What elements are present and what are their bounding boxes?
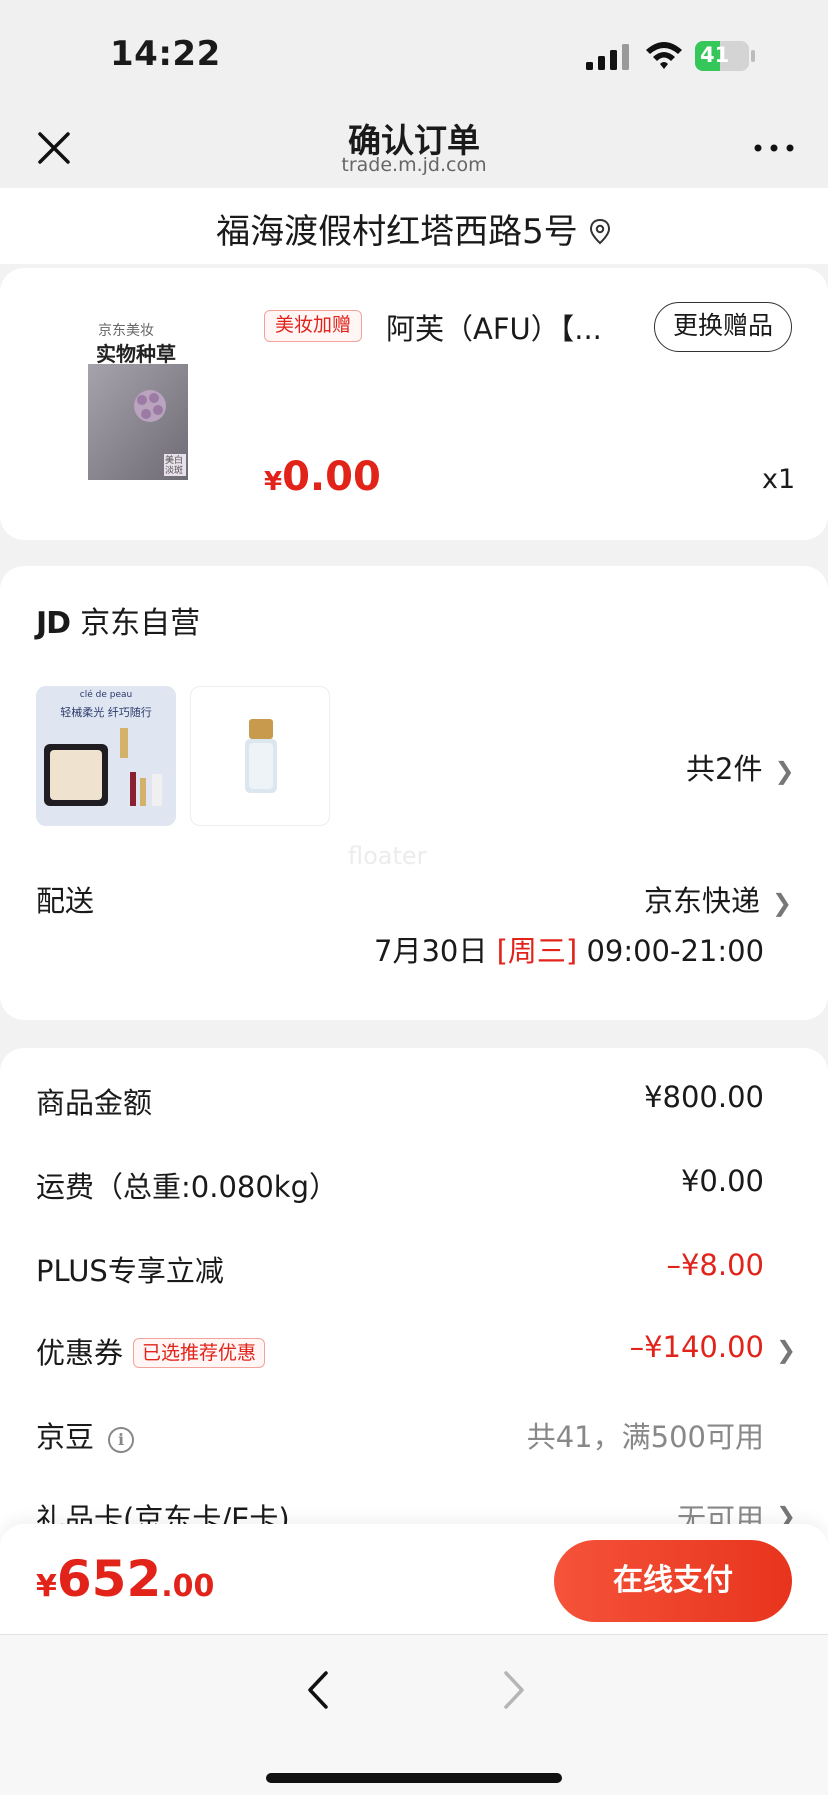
- product-image-headline: 轻械柔光 纤巧随行: [60, 706, 152, 719]
- gift-item-card: 京东美妆 实物种草 美白淡斑 美妆加赠 阿芙（AFU）【... 更换赠品 ¥0.…: [0, 268, 828, 540]
- gift-image-brand: 京东美妆: [98, 323, 154, 339]
- change-gift-button[interactable]: 更换赠品: [654, 302, 792, 352]
- shipping-carrier-link[interactable]: 京东快递 ❯: [644, 878, 792, 920]
- chevron-right-icon: ❯: [774, 757, 795, 785]
- product-thumbnail[interactable]: clé de peau 轻械柔光 纤巧随行: [36, 686, 176, 826]
- wifi-icon: [646, 42, 682, 69]
- coupon-value[interactable]: –¥140.00: [630, 1330, 764, 1364]
- checkout-bar: ¥652.00 在线支付: [0, 1524, 828, 1634]
- plus-discount-label: PLUS专享立减: [36, 1254, 224, 1288]
- browser-nav-bar: [0, 1634, 828, 1795]
- chevron-right-icon[interactable]: ❯: [776, 1336, 796, 1364]
- jd-logo-icon: JD: [36, 606, 71, 641]
- forward-arrow-icon[interactable]: [494, 1665, 534, 1715]
- item-count: 共2件: [686, 752, 763, 786]
- more-options-icon[interactable]: [748, 128, 800, 168]
- gift-price: ¥0.00: [264, 454, 381, 500]
- gift-tag-badge: 美妆加赠: [264, 310, 363, 342]
- item-count-link[interactable]: 共2件 ❯: [686, 746, 795, 788]
- coupon-row[interactable]: 优惠券 已选推荐优惠: [36, 1330, 266, 1372]
- store-header: JD 京东自营: [36, 598, 200, 642]
- gift-image-badge: 美白淡斑: [165, 456, 184, 476]
- plus-discount-value: –¥8.00: [666, 1248, 764, 1282]
- home-indicator[interactable]: [266, 1773, 562, 1783]
- jd-beans-label: 京豆: [36, 1420, 95, 1454]
- nav-header: 确认订单 trade.m.jd.com: [0, 110, 828, 188]
- product-image-brand: clé de peau: [79, 690, 133, 700]
- total-price: ¥652.00: [36, 1550, 214, 1608]
- status-bar: 14:22 41: [0, 0, 828, 110]
- store-card: JD 京东自营 clé de peau 轻械柔光 纤巧随行 共2件 ❯ floate…: [0, 566, 828, 1020]
- product-thumbnail[interactable]: [190, 686, 330, 826]
- shipping-fee-label: 运费（总重:0.080kg）: [36, 1170, 338, 1204]
- address-text: 福海渡假村红塔西路5号: [216, 212, 578, 252]
- jd-beans-value: 共41，满500可用: [526, 1420, 764, 1454]
- pay-online-button[interactable]: 在线支付: [554, 1540, 792, 1622]
- address-line: 福海渡假村红塔西路5号: [0, 204, 828, 253]
- total-decimal: .00: [161, 1569, 215, 1604]
- watermark: floater: [348, 842, 427, 870]
- battery-icon: 41: [694, 40, 756, 72]
- gift-price-symbol: ¥: [264, 467, 283, 497]
- page-url: trade.m.jd.com: [341, 154, 487, 176]
- delivery-weekday: [周三]: [496, 934, 578, 968]
- back-arrow-icon[interactable]: [298, 1665, 338, 1715]
- status-time: 14:22: [110, 34, 221, 74]
- gift-image-headline: 实物种草: [96, 342, 176, 366]
- delivery-address[interactable]: 福海渡假村红塔西路5号: [0, 188, 828, 264]
- jd-beans-row: 京豆 i: [36, 1414, 135, 1456]
- location-pin-icon: [589, 218, 610, 245]
- gift-quantity: x1: [762, 464, 796, 495]
- gift-product-image[interactable]: 京东美妆 实物种草 美白淡斑: [58, 318, 218, 484]
- gift-price-amount: 0.00: [282, 454, 381, 500]
- info-icon[interactable]: i: [108, 1427, 135, 1453]
- shipping-carrier: 京东快递: [644, 884, 761, 918]
- total-integer: 652: [56, 1550, 162, 1608]
- coupon-tag: 已选推荐优惠: [133, 1338, 266, 1368]
- subtotal-label: 商品金额: [36, 1086, 153, 1120]
- store-name: 京东自营: [80, 606, 201, 641]
- delivery-window: 09:00-21:00: [586, 934, 765, 968]
- total-symbol: ¥: [36, 1569, 57, 1604]
- chevron-right-icon: ❯: [772, 889, 793, 917]
- battery-level: 41: [700, 43, 730, 67]
- shipping-fee-value: ¥0.00: [680, 1164, 764, 1198]
- subtotal-value: ¥800.00: [644, 1080, 764, 1114]
- gift-product-name[interactable]: 阿芙（AFU）【...: [386, 306, 636, 348]
- delivery-date: 7月30日: [374, 934, 488, 968]
- shipping-label: 配送: [36, 884, 95, 918]
- coupon-label: 优惠券: [36, 1336, 124, 1370]
- cellular-signal-icon: [586, 44, 629, 70]
- delivery-time: 7月30日 [周三] 09:00-21:00: [374, 928, 764, 970]
